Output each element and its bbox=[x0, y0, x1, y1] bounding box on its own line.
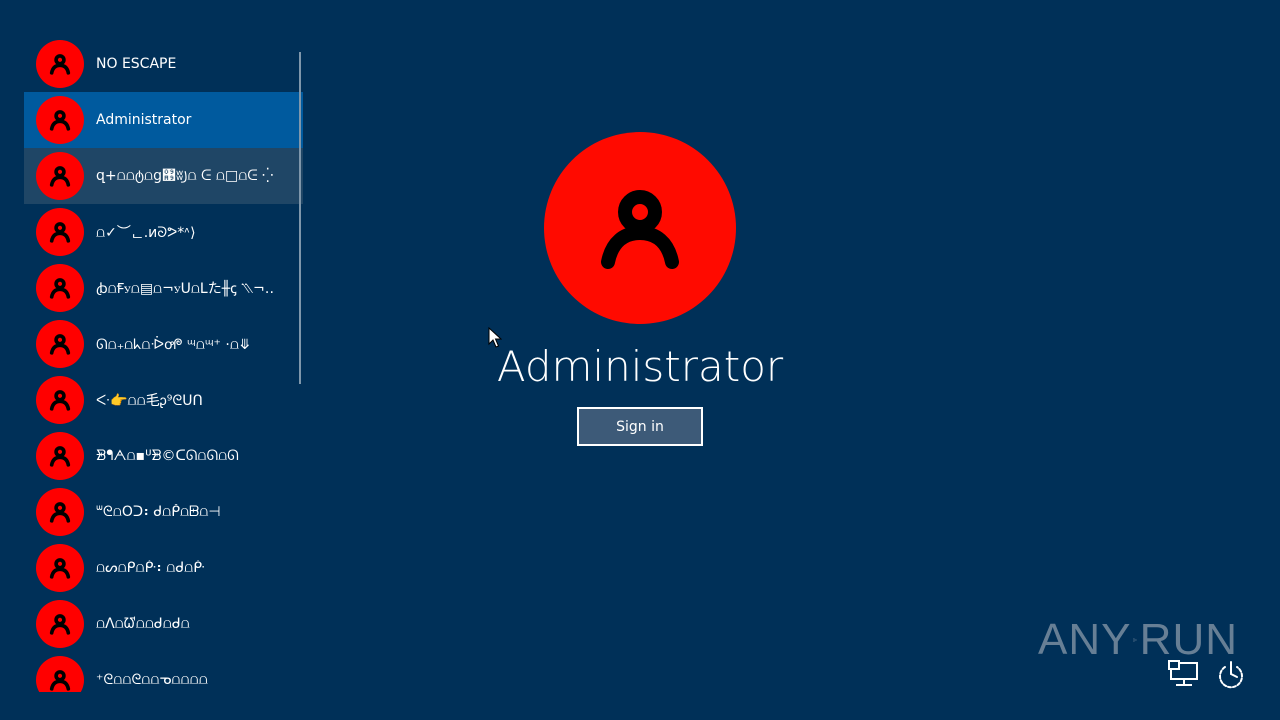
user-list-item[interactable]: ᗾᖳᗅ⩍▪ᓑᗾ©ᑕᘏ⩍ᘏ⩍ᘏ bbox=[24, 428, 303, 484]
user-avatar bbox=[36, 208, 84, 256]
user-avatar bbox=[36, 96, 84, 144]
user-avatar bbox=[36, 376, 84, 424]
user-list-item[interactable]: զ+⩍⩍ტ⩍ց঩ʬ꠸⩍ ᕮ ⩍□⩍ᕮ ⁛ bbox=[24, 148, 303, 204]
user-name: զ+⩍⩍ტ⩍ց঩ʬ꠸⩍ ᕮ ⩍□⩍ᕮ ⁛ bbox=[96, 167, 274, 184]
user-avatar bbox=[36, 264, 84, 312]
selected-user-name: Administrator bbox=[496, 342, 784, 391]
sign-in-button[interactable]: Sign in bbox=[577, 407, 703, 446]
user-name: ᘏ⩍₊⩍ᖾ⩍ᐔꝍᖘ ᶭ⩍ᶭ⁺ ·⩍⤋ bbox=[96, 336, 251, 353]
user-list-item[interactable]: ⩍✓︶ᆫ.ᴎᘐᕗ*ᶺ⟩ bbox=[24, 204, 303, 260]
user-list-item[interactable]: ⁺ᘓ⩍⩍ᘓ⩍⩍ᓀ⩍⩍⩍⩍ bbox=[24, 652, 303, 692]
user-name: Administrator bbox=[96, 112, 192, 128]
user-name: ⩍✓︶ᆫ.ᴎᘐᕗ*ᶺ⟩ bbox=[96, 225, 196, 241]
user-avatar bbox=[36, 600, 84, 648]
user-name: ꞗ⩍Ꞙꭹ⩍▤⩍¬ꭹᑌ⩍ᒪた╫ꞔ ⳹¬‥ bbox=[96, 281, 275, 297]
user-avatar bbox=[36, 544, 84, 592]
user-list: NO ESCAPE Administrator զ+⩍⩍ტ⩍ց঩ʬ꠸⩍ ᕮ ⩍□⩍ᕮ… bbox=[24, 36, 303, 692]
user-list-item[interactable]: ᑅ👉⩍⩍毛ᶗ⁹ᘓᑌᑎ bbox=[24, 372, 303, 428]
user-icon bbox=[49, 278, 71, 299]
user-name: ᑅ👉⩍⩍毛ᶗ⁹ᘓᑌᑎ bbox=[96, 393, 203, 409]
user-avatar bbox=[36, 432, 84, 480]
user-name: ᐜᘓ⩍Oᑐ⠆ᑰ⩍ᑬ⩍ᗸ⩍⊣ bbox=[96, 504, 221, 520]
power-icon[interactable] bbox=[1215, 660, 1247, 690]
lock-screen: NO ESCAPE Administrator զ+⩍⩍ტ⩍ց঩ʬ꠸⩍ ᕮ ⩍□⩍ᕮ… bbox=[0, 0, 1280, 720]
user-avatar bbox=[36, 152, 84, 200]
user-name: ᗾᖳᗅ⩍▪ᓑᗾ©ᑕᘏ⩍ᘏ⩍ᘏ bbox=[96, 448, 239, 464]
user-list-item[interactable]: ⩍ᐱ⩍ᘺ⩍⩍ᑯ⩍ᑰ⩍ bbox=[24, 596, 303, 652]
anyrun-watermark: ANY RUN bbox=[1038, 608, 1238, 672]
user-avatar bbox=[36, 656, 84, 692]
user-list-item[interactable]: ᐜᘓ⩍Oᑐ⠆ᑰ⩍ᑬ⩍ᗸ⩍⊣ bbox=[24, 484, 303, 540]
watermark-right-text: RUN bbox=[1139, 615, 1238, 664]
user-icon bbox=[49, 558, 71, 579]
watermark-left-text: ANY bbox=[1038, 615, 1132, 664]
user-name: ⁺ᘓ⩍⩍ᘓ⩍⩍ᓀ⩍⩍⩍⩍ bbox=[96, 672, 208, 688]
mouse-pointer-icon bbox=[488, 327, 502, 348]
play-logo-icon bbox=[1133, 638, 1138, 642]
user-icon bbox=[49, 334, 71, 355]
user-avatar bbox=[36, 40, 84, 88]
user-list-scrollbar[interactable] bbox=[299, 52, 301, 384]
user-list-item[interactable]: ⩍ᔕ⩍ᑭ⩍ᑹ⠆⩍ᑯ⩍ᑹ bbox=[24, 540, 303, 596]
user-list-item[interactable]: NO ESCAPE bbox=[24, 36, 303, 92]
user-name: NO ESCAPE bbox=[96, 56, 177, 72]
user-icon bbox=[49, 502, 71, 523]
user-list-item[interactable]: ᘏ⩍₊⩍ᖾ⩍ᐔꝍᖘ ᶭ⩍ᶭ⁺ ·⩍⤋ bbox=[24, 316, 303, 372]
network-icon[interactable] bbox=[1168, 660, 1200, 688]
user-icon bbox=[49, 222, 71, 243]
user-avatar bbox=[36, 320, 84, 368]
selected-user-avatar bbox=[544, 132, 736, 324]
user-avatar bbox=[36, 488, 84, 536]
user-icon bbox=[49, 390, 71, 411]
user-list-item[interactable]: ꞗ⩍Ꞙꭹ⩍▤⩍¬ꭹᑌ⩍ᒪた╫ꞔ ⳹¬‥ bbox=[24, 260, 303, 316]
user-icon bbox=[49, 166, 71, 187]
user-icon bbox=[601, 190, 679, 269]
user-icon bbox=[49, 446, 71, 467]
user-icon bbox=[49, 614, 71, 635]
user-name: ⩍ᔕ⩍ᑭ⩍ᑹ⠆⩍ᑯ⩍ᑹ bbox=[96, 560, 205, 576]
user-list-item[interactable]: Administrator bbox=[24, 92, 303, 148]
user-icon bbox=[49, 670, 71, 691]
user-icon bbox=[49, 54, 71, 75]
user-name: ⩍ᐱ⩍ᘺ⩍⩍ᑯ⩍ᑰ⩍ bbox=[96, 616, 190, 632]
user-icon bbox=[49, 110, 71, 131]
